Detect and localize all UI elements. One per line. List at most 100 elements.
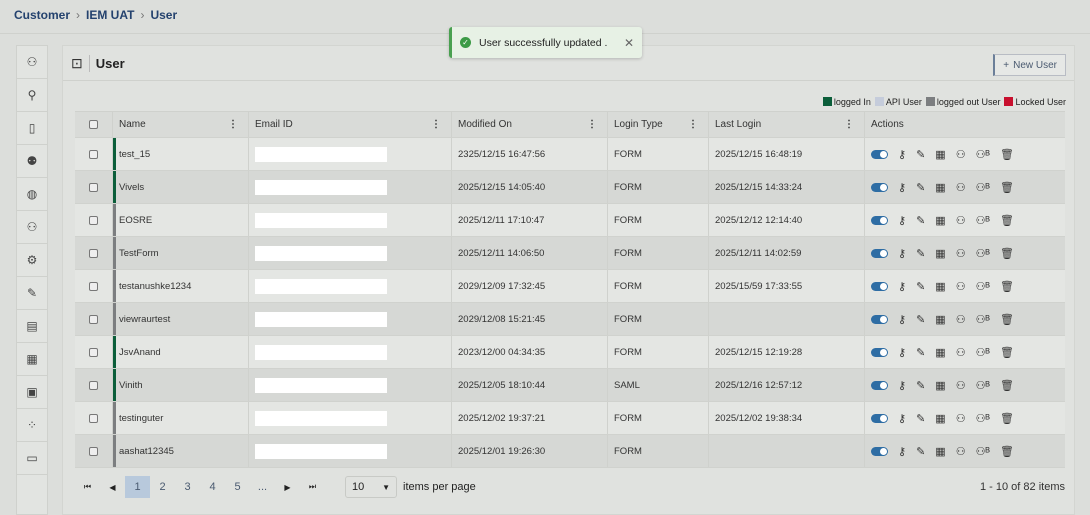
active-toggle[interactable]	[871, 149, 888, 159]
delete-icon[interactable]: 🗑	[1000, 214, 1014, 227]
active-toggle[interactable]	[871, 281, 888, 291]
delete-icon[interactable]: 🗑	[1000, 280, 1014, 293]
breadcrumb-customer[interactable]: Customer	[14, 8, 70, 22]
user-profile-icon[interactable]: ⚇	[956, 181, 966, 194]
table-row[interactable]: viewraurtest 2029/12/08 15:21:45 FORM ⚷ ✎…	[75, 303, 1065, 336]
active-toggle[interactable]	[871, 347, 888, 357]
sidebar-item-edit-doc[interactable]: ✎	[17, 277, 47, 310]
sidebar-item-documents[interactable]: ▤	[17, 310, 47, 343]
sidebar-item-devices[interactable]: ▣	[17, 376, 47, 409]
table-row[interactable]: EOSRE 2025/12/11 17:10:47 FORM 2025/12/1…	[75, 204, 1065, 237]
active-toggle[interactable]	[871, 182, 888, 192]
row-checkbox[interactable]	[75, 270, 113, 302]
table-row[interactable]: test_15 2325/12/15 16:47:56 FORM 2025/12…	[75, 138, 1065, 171]
page-size-select[interactable]: 10 ▼	[345, 476, 397, 498]
sidebar-item-settings[interactable]: ⚙	[17, 244, 47, 277]
row-checkbox[interactable]	[75, 336, 113, 368]
permissions-icon[interactable]: ▦	[935, 313, 945, 326]
user-roles-icon[interactable]: ⚇ᴮ	[976, 346, 990, 359]
sidebar-item-apps[interactable]: ⁘	[17, 409, 47, 442]
user-profile-icon[interactable]: ⚇	[956, 148, 966, 161]
sidebar-item-user-settings[interactable]: ⚉	[17, 145, 47, 178]
user-roles-icon[interactable]: ⚇ᴮ	[976, 181, 990, 194]
page-button[interactable]: 4	[200, 476, 225, 498]
close-icon[interactable]: ✕	[624, 36, 634, 50]
column-menu-icon[interactable]: ⋮	[587, 119, 597, 130]
table-row[interactable]: Vinith 2025/12/05 18:10:44 SAML 2025/12/…	[75, 369, 1065, 402]
column-name[interactable]: Name ⋮	[113, 112, 249, 137]
edit-icon[interactable]: ✎	[916, 247, 925, 260]
column-menu-icon[interactable]: ⋮	[228, 119, 238, 130]
active-toggle[interactable]	[871, 248, 888, 258]
key-icon[interactable]: ⚷	[898, 280, 906, 293]
table-row[interactable]: TestForm 2025/12/11 14:06:50 FORM 2025/1…	[75, 237, 1065, 270]
row-checkbox[interactable]	[75, 435, 113, 467]
prev-page-button[interactable]: ◀	[100, 476, 125, 498]
column-menu-icon[interactable]: ⋮	[431, 119, 441, 130]
active-toggle[interactable]	[871, 446, 888, 456]
active-toggle[interactable]	[871, 215, 888, 225]
user-roles-icon[interactable]: ⚇ᴮ	[976, 247, 990, 260]
column-menu-icon[interactable]: ⋮	[688, 119, 698, 130]
row-checkbox[interactable]	[75, 138, 113, 170]
breadcrumb-iem-uat[interactable]: IEM UAT	[86, 8, 134, 22]
user-profile-icon[interactable]: ⚇	[956, 412, 966, 425]
edit-icon[interactable]: ✎	[916, 181, 925, 194]
collapse-panel-icon[interactable]: ⊡	[71, 54, 90, 72]
user-roles-icon[interactable]: ⚇ᴮ	[976, 379, 990, 392]
table-row[interactable]: aashat12345 2025/12/01 19:26:30 FORM ⚷ ✎ ▦…	[75, 435, 1065, 468]
user-profile-icon[interactable]: ⚇	[956, 379, 966, 392]
page-button[interactable]: 2	[150, 476, 175, 498]
row-checkbox[interactable]	[75, 303, 113, 335]
column-modified-on[interactable]: Modified On ⋮	[452, 112, 608, 137]
edit-icon[interactable]: ✎	[916, 445, 925, 458]
key-icon[interactable]: ⚷	[898, 181, 906, 194]
column-email[interactable]: Email ID ⋮	[249, 112, 452, 137]
edit-icon[interactable]: ✎	[916, 313, 925, 326]
column-last-login[interactable]: Last Login ⋮	[709, 112, 865, 137]
table-row[interactable]: Vivels 2025/12/15 14:05:40 FORM 2025/12/…	[75, 171, 1065, 204]
next-page-button[interactable]: ▶	[275, 476, 300, 498]
edit-icon[interactable]: ✎	[916, 412, 925, 425]
permissions-icon[interactable]: ▦	[935, 379, 945, 392]
user-roles-icon[interactable]: ⚇ᴮ	[976, 280, 990, 293]
delete-icon[interactable]: 🗑	[1000, 313, 1014, 326]
permissions-icon[interactable]: ▦	[935, 445, 945, 458]
sidebar-item-tools[interactable]: ⚲	[17, 79, 47, 112]
edit-icon[interactable]: ✎	[916, 148, 925, 161]
row-checkbox[interactable]	[75, 237, 113, 269]
delete-icon[interactable]: 🗑	[1000, 181, 1014, 194]
edit-icon[interactable]: ✎	[916, 214, 925, 227]
active-toggle[interactable]	[871, 413, 888, 423]
delete-icon[interactable]: 🗑	[1000, 148, 1014, 161]
page-button[interactable]: 5	[225, 476, 250, 498]
permissions-icon[interactable]: ▦	[935, 412, 945, 425]
key-icon[interactable]: ⚷	[898, 412, 906, 425]
first-page-button[interactable]: ⏮	[75, 476, 100, 498]
user-roles-icon[interactable]: ⚇ᴮ	[976, 214, 990, 227]
delete-icon[interactable]: 🗑	[1000, 412, 1014, 425]
sidebar-item-user-roles[interactable]: ⚇	[17, 211, 47, 244]
row-checkbox[interactable]	[75, 369, 113, 401]
user-profile-icon[interactable]: ⚇	[956, 247, 966, 260]
edit-icon[interactable]: ✎	[916, 280, 925, 293]
delete-icon[interactable]: 🗑	[1000, 445, 1014, 458]
sidebar-item-globe[interactable]: ◍	[17, 178, 47, 211]
permissions-icon[interactable]: ▦	[935, 247, 945, 260]
key-icon[interactable]: ⚷	[898, 379, 906, 392]
key-icon[interactable]: ⚷	[898, 313, 906, 326]
permissions-icon[interactable]: ▦	[935, 346, 945, 359]
sidebar-item-dashboard[interactable]: ▦	[17, 343, 47, 376]
key-icon[interactable]: ⚷	[898, 214, 906, 227]
page-button[interactable]: ...	[250, 476, 275, 498]
user-profile-icon[interactable]: ⚇	[956, 280, 966, 293]
user-profile-icon[interactable]: ⚇	[956, 214, 966, 227]
edit-icon[interactable]: ✎	[916, 379, 925, 392]
row-checkbox[interactable]	[75, 204, 113, 236]
table-row[interactable]: testinguter 2025/12/02 19:37:21 FORM 202…	[75, 402, 1065, 435]
edit-icon[interactable]: ✎	[916, 346, 925, 359]
key-icon[interactable]: ⚷	[898, 445, 906, 458]
permissions-icon[interactable]: ▦	[935, 214, 945, 227]
permissions-icon[interactable]: ▦	[935, 148, 945, 161]
select-all-checkbox[interactable]	[75, 112, 113, 137]
